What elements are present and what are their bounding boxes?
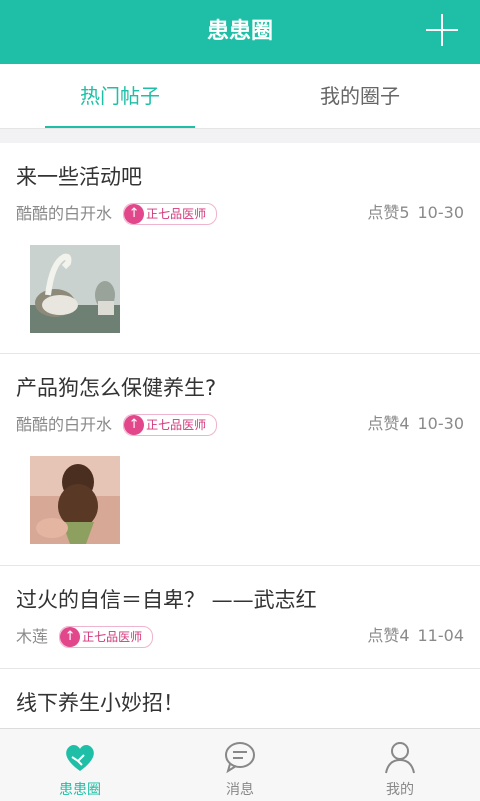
rank-badge-label: 正七品医师: [146, 206, 207, 221]
post-feed[interactable]: 来一些活动吧 酷酷的白开水 ↑ 正七品医师 点赞5 10-30 产品狗怎么保健养…: [0, 143, 480, 728]
rank-badge: ↑ 正七品医师: [59, 625, 154, 648]
app-title: 患患圈: [206, 19, 273, 44]
tab-hot-posts[interactable]: 热门帖子: [0, 64, 240, 128]
post-author[interactable]: 木莲: [16, 625, 48, 649]
post-thumbnail[interactable]: [30, 456, 120, 544]
post-stats: 点赞4 11-04: [359, 624, 464, 648]
bottom-nav-bar: 患患圈 消息 我的: [0, 728, 480, 801]
post-date: 11-04: [417, 626, 465, 645]
rank-badge-label: 正七品医师: [82, 629, 143, 644]
post-title: 产品狗怎么保健养生?: [16, 376, 217, 400]
add-plus-icon[interactable]: [426, 14, 458, 46]
nav-item-me[interactable]: 我的: [320, 729, 480, 801]
nav-item-messages[interactable]: 消息: [160, 729, 320, 801]
rank-arrow-icon: ↑: [124, 203, 145, 224]
tab-bar: 热门帖子 我的圈子: [0, 64, 480, 129]
rank-arrow-icon: ↑: [60, 626, 81, 647]
active-tab-indicator: [45, 126, 195, 128]
rank-badge: ↑ 正七品医师: [123, 202, 218, 225]
nav-item-circle[interactable]: 患患圈: [0, 729, 160, 801]
top-app-bar: 患患圈: [0, 0, 480, 64]
post-meta: 酷酷的白开水 ↑ 正七品医师: [16, 201, 218, 226]
like-count: 点赞4: [367, 414, 410, 433]
post-item[interactable]: 来一些活动吧 酷酷的白开水 ↑ 正七品医师 点赞5 10-30: [0, 143, 480, 354]
post-stats: 点赞5 10-30: [359, 201, 464, 225]
nav-label: 患患圈: [59, 782, 101, 798]
post-meta: 酷酷的白开水 ↑ 正七品医师: [16, 412, 218, 437]
handshake-heart-icon: [66, 745, 94, 771]
post-stats: 点赞4 10-30: [359, 412, 464, 436]
like-count: 点赞5: [367, 203, 410, 222]
rank-badge: ↑ 正七品医师: [123, 413, 218, 436]
nav-label: 我的: [386, 782, 414, 798]
post-date: 10-30: [417, 203, 465, 222]
post-date: 10-30: [417, 414, 465, 433]
nav-label: 消息: [226, 782, 254, 798]
post-title: 来一些活动吧: [16, 165, 142, 189]
post-author[interactable]: 酷酷的白开水: [16, 413, 112, 437]
rank-badge-label: 正七品医师: [146, 417, 207, 432]
post-title: 过火的自信＝自卑？ ——武志红: [16, 588, 317, 612]
post-thumbnail[interactable]: [30, 245, 120, 333]
post-item[interactable]: 线下养生小妙招！: [0, 669, 480, 728]
tab-my-circles[interactable]: 我的圈子: [240, 64, 480, 128]
post-item[interactable]: 过火的自信＝自卑？ ——武志红 木莲 ↑ 正七品医师 点赞4 11-04: [0, 566, 480, 669]
rank-arrow-icon: ↑: [124, 414, 145, 435]
post-meta: 木莲 ↑ 正七品医师: [16, 624, 154, 649]
post-author[interactable]: 酷酷的白开水: [16, 202, 112, 226]
person-icon: [385, 742, 415, 774]
like-count: 点赞4: [367, 626, 410, 645]
chat-bubble-icon: [225, 742, 255, 774]
post-title: 线下养生小妙招！: [16, 691, 184, 715]
post-item[interactable]: 产品狗怎么保健养生? 酷酷的白开水 ↑ 正七品医师 点赞4 10-30: [0, 354, 480, 566]
